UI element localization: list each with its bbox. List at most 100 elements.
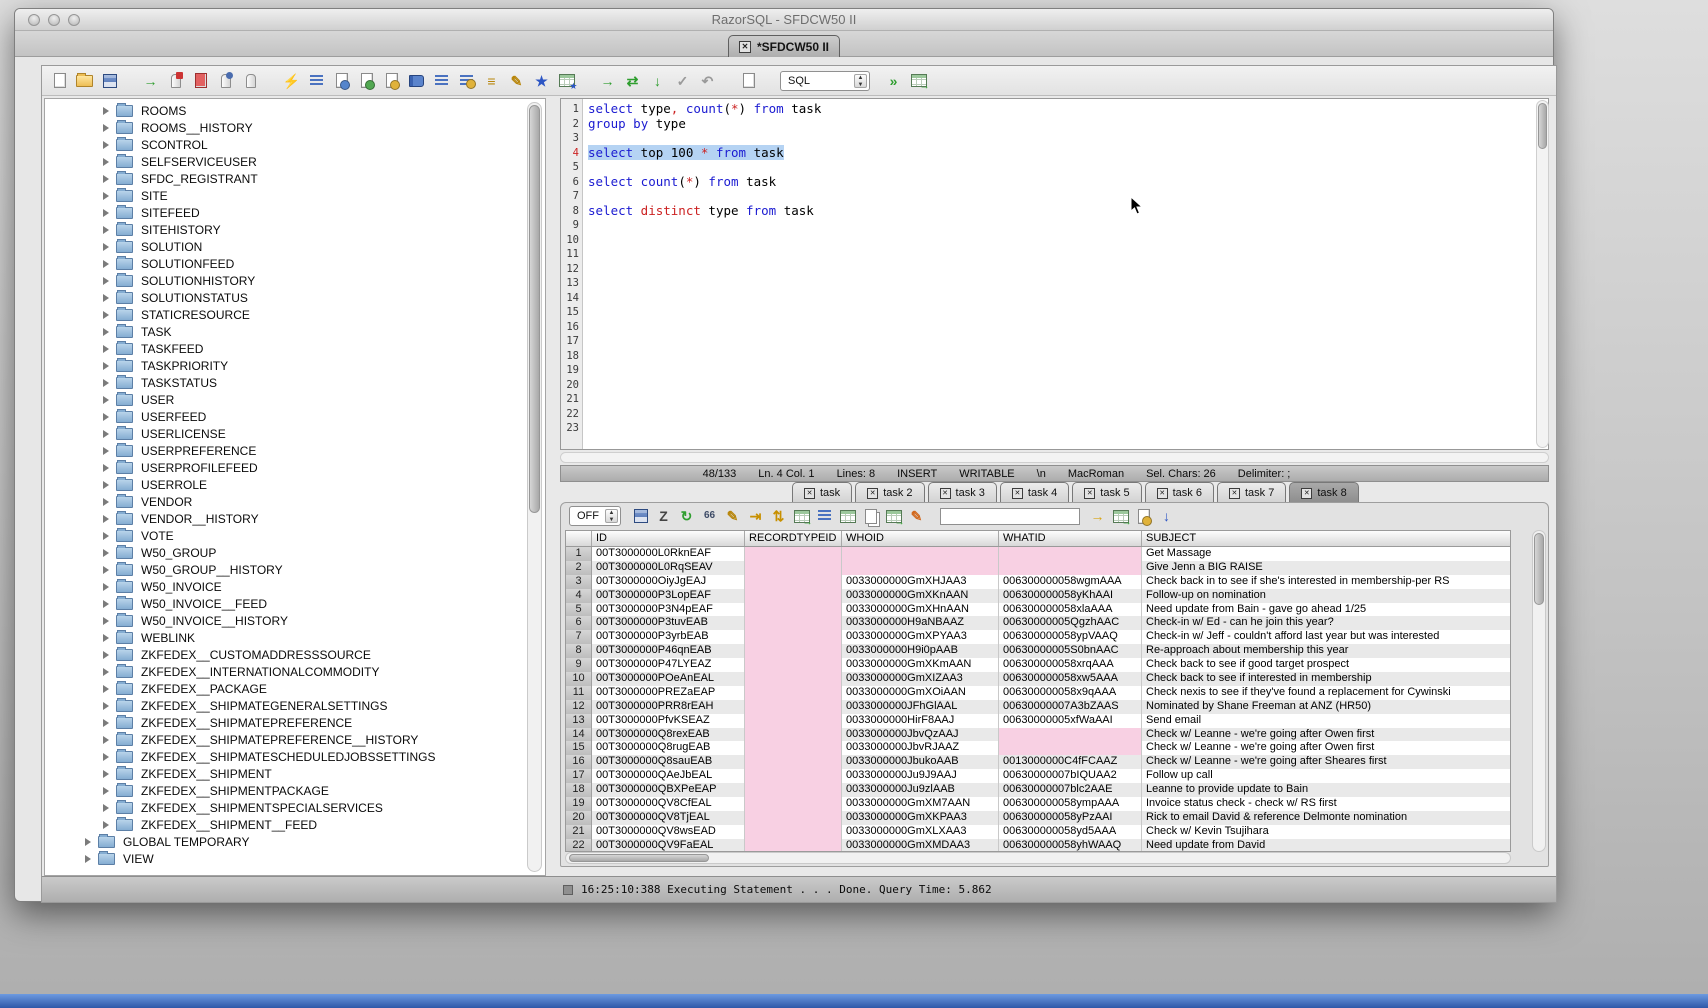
cell[interactable]: 00T3000000POeAnEAL	[592, 672, 745, 686]
table-refresh-icon[interactable]	[792, 507, 811, 526]
result-tab-task[interactable]: ✕task	[792, 482, 852, 503]
column-header-recordtypeid[interactable]: RECORDTYPEID	[745, 531, 842, 546]
code-line[interactable]	[588, 262, 1548, 277]
table-row[interactable]: 200T3000000L0RqSEAVGive Jenn a BIG RAISE…	[566, 561, 1510, 575]
tree-item-zkfedex__shipment[interactable]: ZKFEDEX__SHIPMENT	[45, 765, 545, 782]
close-tab-icon[interactable]: ✕	[1301, 488, 1312, 499]
cell[interactable]: 0033000000GmXIZAA3	[842, 672, 999, 686]
close-tab-icon[interactable]: ✕	[940, 488, 951, 499]
fetch-down-icon[interactable]: ↓	[648, 71, 667, 90]
column-list-icon[interactable]	[815, 507, 834, 526]
close-tab-icon[interactable]: ✕	[1012, 488, 1023, 499]
disclosure-triangle-icon[interactable]	[103, 804, 109, 812]
disclosure-triangle-icon[interactable]	[103, 753, 109, 761]
cell[interactable]: Check w/ Kevin Tsujihara	[1142, 825, 1511, 839]
export-data-icon[interactable]	[1111, 507, 1130, 526]
cell[interactable]: Check back to see if good target prospec…	[1142, 658, 1511, 672]
cell[interactable]: 0033000000Ju9J9AAJ	[842, 769, 999, 783]
column-header-subject[interactable]: SUBJECT	[1142, 531, 1511, 546]
sql-mode-select[interactable]: SQL ▲▼	[780, 71, 870, 91]
table-row[interactable]: 600T3000000P3tuvEAB0033000000H9aNBAAZ006…	[566, 616, 1510, 630]
cell[interactable]: 0033000000GmXKPAA3	[842, 811, 999, 825]
disclosure-triangle-icon[interactable]	[103, 141, 109, 149]
null-cell[interactable]	[745, 686, 842, 700]
cell[interactable]: Give Jenn a BIG RAISE	[1142, 561, 1511, 575]
tree-item-solutionfeed[interactable]: SOLUTIONFEED	[45, 255, 545, 272]
null-cell[interactable]	[745, 755, 842, 769]
close-tab-icon[interactable]: ✕	[1229, 488, 1240, 499]
row-number-cell[interactable]: 1	[566, 547, 592, 561]
cell[interactable]: Nominated by Shane Freeman at ANZ (HR50)	[1142, 700, 1511, 714]
disclosure-triangle-icon[interactable]	[103, 396, 109, 404]
result-tab-task-8[interactable]: ✕task 8	[1289, 482, 1358, 503]
save-file-icon[interactable]	[100, 71, 119, 90]
cell[interactable]: 00T3000000QV8TjEAL	[592, 811, 745, 825]
notes-document-icon[interactable]	[739, 71, 758, 90]
table-row[interactable]: 2100T3000000QV8wsEAD0033000000GmXLXAA300…	[566, 825, 1510, 839]
tree-item-userfeed[interactable]: USERFEED	[45, 408, 545, 425]
tree-item-taskfeed[interactable]: TASKFEED	[45, 340, 545, 357]
row-number-cell[interactable]: 12	[566, 700, 592, 714]
tree-item-scontrol[interactable]: SCONTROL	[45, 136, 545, 153]
code-line[interactable]: select top 100 * from task	[588, 146, 1548, 161]
results-table-icon[interactable]	[909, 71, 928, 90]
new-connection-icon[interactable]	[216, 71, 235, 90]
cell[interactable]: Check w/ Leanne - we're going after Owen…	[1142, 728, 1511, 742]
minimize-window-button[interactable]	[48, 14, 60, 26]
table-row[interactable]: 300T3000000OiyJgEAJ0033000000GmXHJAA3006…	[566, 575, 1510, 589]
cell[interactable]: 00T3000000L0RknEAF	[592, 547, 745, 561]
cell[interactable]: 00T3000000P47LYEAZ	[592, 658, 745, 672]
null-cell[interactable]	[745, 575, 842, 589]
goto-row-icon[interactable]: ⇥	[746, 507, 765, 526]
tree-item-vendor__history[interactable]: VENDOR__HISTORY	[45, 510, 545, 527]
table-row[interactable]: 700T3000000P3yrbEAB0033000000GmXPYAA3006…	[566, 630, 1510, 644]
tree-item-zkfedex__package[interactable]: ZKFEDEX__PACKAGE	[45, 680, 545, 697]
cell[interactable]: 006300000058xw5AAA	[999, 672, 1142, 686]
disclosure-triangle-icon[interactable]	[85, 838, 91, 846]
row-number-cell[interactable]: 2	[566, 561, 592, 575]
row-number-cell[interactable]: 19	[566, 797, 592, 811]
result-search-input[interactable]	[940, 508, 1080, 525]
cell[interactable]: Follow up call	[1142, 769, 1511, 783]
cell[interactable]: 0033000000GmXOiAAN	[842, 686, 999, 700]
close-window-button[interactable]	[28, 14, 40, 26]
null-cell[interactable]	[745, 672, 842, 686]
cell[interactable]: Re-approach about membership this year	[1142, 644, 1511, 658]
disclosure-triangle-icon[interactable]	[85, 855, 91, 863]
disclosure-triangle-icon[interactable]	[103, 770, 109, 778]
tree-category-global-temporary[interactable]: GLOBAL TEMPORARY	[45, 833, 545, 850]
disclosure-triangle-icon[interactable]	[103, 107, 109, 115]
disclosure-triangle-icon[interactable]	[103, 464, 109, 472]
cell[interactable]: 00630000005xfWaAAI	[999, 714, 1142, 728]
tree-item-solutionstatus[interactable]: SOLUTIONSTATUS	[45, 289, 545, 306]
cell[interactable]: 006300000058xrqAAA	[999, 658, 1142, 672]
disclosure-triangle-icon[interactable]	[103, 362, 109, 370]
sync-arrows-icon[interactable]: ⇄	[623, 71, 642, 90]
null-cell[interactable]	[999, 561, 1142, 575]
cell[interactable]: 00T3000000QV8CfEAL	[592, 797, 745, 811]
row-number-cell[interactable]: 4	[566, 589, 592, 603]
disclosure-triangle-icon[interactable]	[103, 821, 109, 829]
undo-icon[interactable]: ↶	[698, 71, 717, 90]
cell[interactable]: 0033000000Ju9zlAAB	[842, 783, 999, 797]
disclosure-triangle-icon[interactable]	[103, 345, 109, 353]
tree-item-solutionhistory[interactable]: SOLUTIONHISTORY	[45, 272, 545, 289]
cell[interactable]: 0033000000GmXHnAAN	[842, 603, 999, 617]
null-cell[interactable]	[745, 797, 842, 811]
tree-item-sitehistory[interactable]: SITEHISTORY	[45, 221, 545, 238]
cell[interactable]: 00T3000000P3tuvEAB	[592, 616, 745, 630]
row-number-cell[interactable]: 5	[566, 603, 592, 617]
cell[interactable]: 00T3000000QBXPeEAP	[592, 783, 745, 797]
code-line[interactable]	[588, 334, 1548, 349]
table-row[interactable]: 100T3000000L0RknEAFGet Massage200	[566, 547, 1510, 561]
cell[interactable]: 0033000000GmXMDAA3	[842, 839, 999, 852]
disclosure-triangle-icon[interactable]	[103, 600, 109, 608]
cell[interactable]: 00630000005S0bnAAC	[999, 644, 1142, 658]
cell[interactable]: 00630000007blc2AAE	[999, 783, 1142, 797]
cell[interactable]: 00630000005QgzhAAC	[999, 616, 1142, 630]
disclosure-triangle-icon[interactable]	[103, 515, 109, 523]
cell[interactable]: 006300000058xlaAAA	[999, 603, 1142, 617]
document-convert-icon[interactable]	[357, 71, 376, 90]
cell[interactable]: Check back to see if interested in membe…	[1142, 672, 1511, 686]
disclosure-triangle-icon[interactable]	[103, 192, 109, 200]
